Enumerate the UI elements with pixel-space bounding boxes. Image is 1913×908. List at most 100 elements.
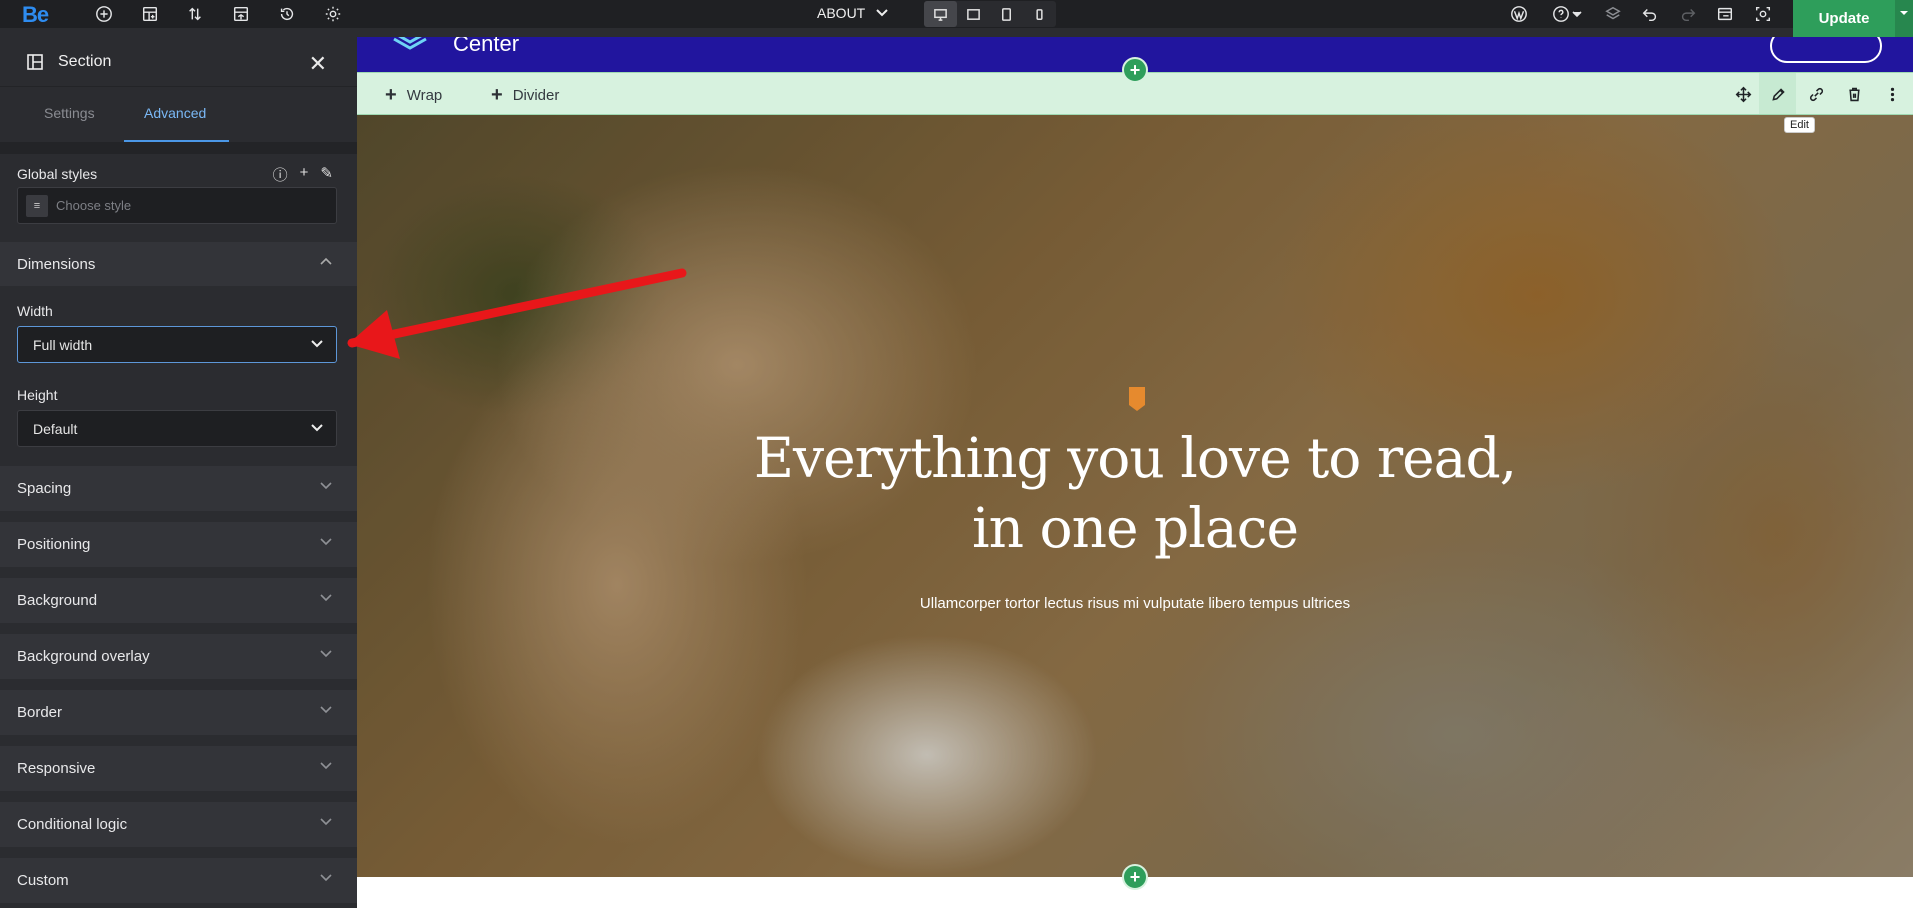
help-icon[interactable]: ⓘ — [273, 164, 288, 185]
header-button[interactable] — [1770, 37, 1882, 63]
accordion-label: Positioning — [17, 536, 91, 553]
width-select[interactable]: Full width — [17, 326, 337, 363]
app-logo[interactable]: Be — [22, 2, 49, 28]
sidebar-title: Section — [58, 52, 112, 70]
accordion-responsive[interactable]: Responsive — [0, 746, 357, 791]
accordion-background[interactable]: Background — [0, 578, 357, 623]
more-icon[interactable] — [1882, 84, 1902, 104]
accordion-background-overlay[interactable]: Background overlay — [0, 634, 357, 679]
tab-advanced[interactable]: Advanced — [144, 105, 206, 121]
brand-name[interactable]: Center — [453, 37, 519, 57]
plus-icon: + — [491, 84, 503, 106]
help-icon[interactable] — [1551, 4, 1571, 24]
edit-style-icon[interactable]: ✎ — [320, 164, 333, 185]
page-canvas: Center + Wrap + Divider Everything you lov… — [357, 37, 1913, 908]
width-value: Full width — [33, 336, 93, 353]
wrap-label: Wrap — [406, 87, 443, 104]
global-styles-label: Global styles — [17, 166, 98, 182]
hero-title-line1: Everything you love to read, — [753, 426, 1517, 490]
delete-icon[interactable] — [1844, 84, 1864, 104]
chevron-down-icon — [320, 874, 332, 882]
history-icon[interactable] — [277, 4, 297, 24]
divider-label: Divider — [512, 87, 560, 104]
accordion-positioning[interactable]: Positioning — [0, 522, 357, 567]
chevron-down-icon — [320, 538, 332, 546]
chevron-down-icon — [320, 594, 332, 602]
preview-icon[interactable] — [1715, 4, 1735, 24]
add-divider-button[interactable]: + Divider — [491, 84, 559, 107]
templates-icon[interactable] — [231, 4, 251, 24]
global-style-placeholder: Choose style — [56, 198, 132, 213]
page-selector[interactable]: ABOUT — [817, 5, 889, 21]
tablet-view-icon[interactable] — [990, 1, 1023, 27]
dimensions-label: Dimensions — [17, 255, 96, 273]
bookmark-icon — [1129, 387, 1145, 411]
layout-icon[interactable] — [140, 4, 160, 24]
chevron-down-icon — [876, 9, 888, 17]
add-icon[interactable]: + — [300, 164, 309, 185]
live-view-icon[interactable] — [1753, 4, 1773, 24]
mobile-view-icon[interactable] — [1023, 1, 1056, 27]
chevron-down-icon — [320, 482, 332, 490]
settings-sidebar: Section ✕ Settings Advanced Global style… — [0, 37, 357, 908]
chevron-down-icon — [311, 424, 323, 432]
close-icon[interactable]: ✕ — [309, 51, 327, 77]
duplicate-icon[interactable] — [1806, 84, 1826, 104]
tab-settings[interactable]: Settings — [44, 105, 95, 121]
accordion-custom[interactable]: Custom — [0, 858, 357, 903]
accordion-label: Background overlay — [17, 648, 150, 665]
add-section-above-button[interactable]: + — [1122, 57, 1148, 83]
edit-tooltip: Edit — [1784, 117, 1815, 133]
hero-title[interactable]: Everything you love to read, in one plac… — [357, 423, 1913, 563]
height-label: Height — [17, 387, 58, 403]
list-icon: ≡ — [26, 194, 48, 217]
page-name: ABOUT — [817, 5, 866, 21]
wordpress-icon[interactable] — [1509, 4, 1529, 24]
update-button[interactable]: Update — [1793, 0, 1895, 37]
chevron-down-icon — [320, 706, 332, 714]
brand-logo-icon — [393, 37, 427, 50]
accordion-label: Responsive — [17, 760, 96, 777]
hero-title-line2: in one place — [971, 496, 1299, 560]
edit-icon[interactable] — [1768, 84, 1788, 104]
laptop-view-icon[interactable] — [957, 1, 990, 27]
sidebar-header: Section ✕ — [0, 37, 357, 87]
chevron-down-icon — [320, 818, 332, 826]
update-dropdown-icon[interactable] — [1895, 0, 1913, 37]
top-toolbar: Be ABOUT Update — [0, 0, 1913, 37]
settings-icon[interactable] — [323, 4, 343, 24]
height-select[interactable]: Default — [17, 410, 337, 447]
active-tab-indicator — [124, 140, 229, 142]
accordion-label: Conditional logic — [17, 816, 128, 833]
plus-icon: + — [385, 84, 397, 106]
redo-icon[interactable] — [1678, 4, 1698, 24]
desktop-view-icon[interactable] — [924, 1, 957, 27]
annotation-arrow — [347, 268, 687, 359]
layers-icon[interactable] — [1603, 4, 1623, 24]
hero-subtitle[interactable]: Ullamcorper tortor lectus risus mi vulpu… — [357, 595, 1913, 612]
undo-icon[interactable] — [1640, 4, 1660, 24]
accordion-label: Border — [17, 704, 63, 721]
sort-icon[interactable] — [185, 4, 205, 24]
add-section-below-button[interactable]: + — [1122, 864, 1148, 890]
chevron-down-icon — [320, 762, 332, 770]
device-switcher — [924, 1, 1056, 27]
global-style-select[interactable]: ≡ Choose style — [17, 187, 337, 224]
add-icon[interactable] — [94, 4, 114, 24]
accordion-conditional-logic[interactable]: Conditional logic — [0, 802, 357, 847]
height-value: Default — [33, 420, 78, 437]
hero-section: Everything you love to read, in one plac… — [357, 115, 1913, 877]
chevron-down-icon — [320, 650, 332, 658]
sidebar-tabs: Settings Advanced — [0, 87, 357, 142]
accordion-spacing[interactable]: Spacing — [0, 466, 357, 511]
help-dropdown-icon[interactable] — [1571, 4, 1583, 24]
section-icon — [27, 53, 43, 70]
accordion-label: Background — [17, 592, 98, 609]
accordion-label: Custom — [17, 872, 69, 889]
accordion-label: Spacing — [17, 480, 72, 497]
add-wrap-button[interactable]: + Wrap — [385, 84, 442, 107]
width-label: Width — [17, 303, 53, 319]
divider — [0, 142, 357, 154]
move-icon[interactable] — [1733, 84, 1753, 104]
accordion-border[interactable]: Border — [0, 690, 357, 735]
